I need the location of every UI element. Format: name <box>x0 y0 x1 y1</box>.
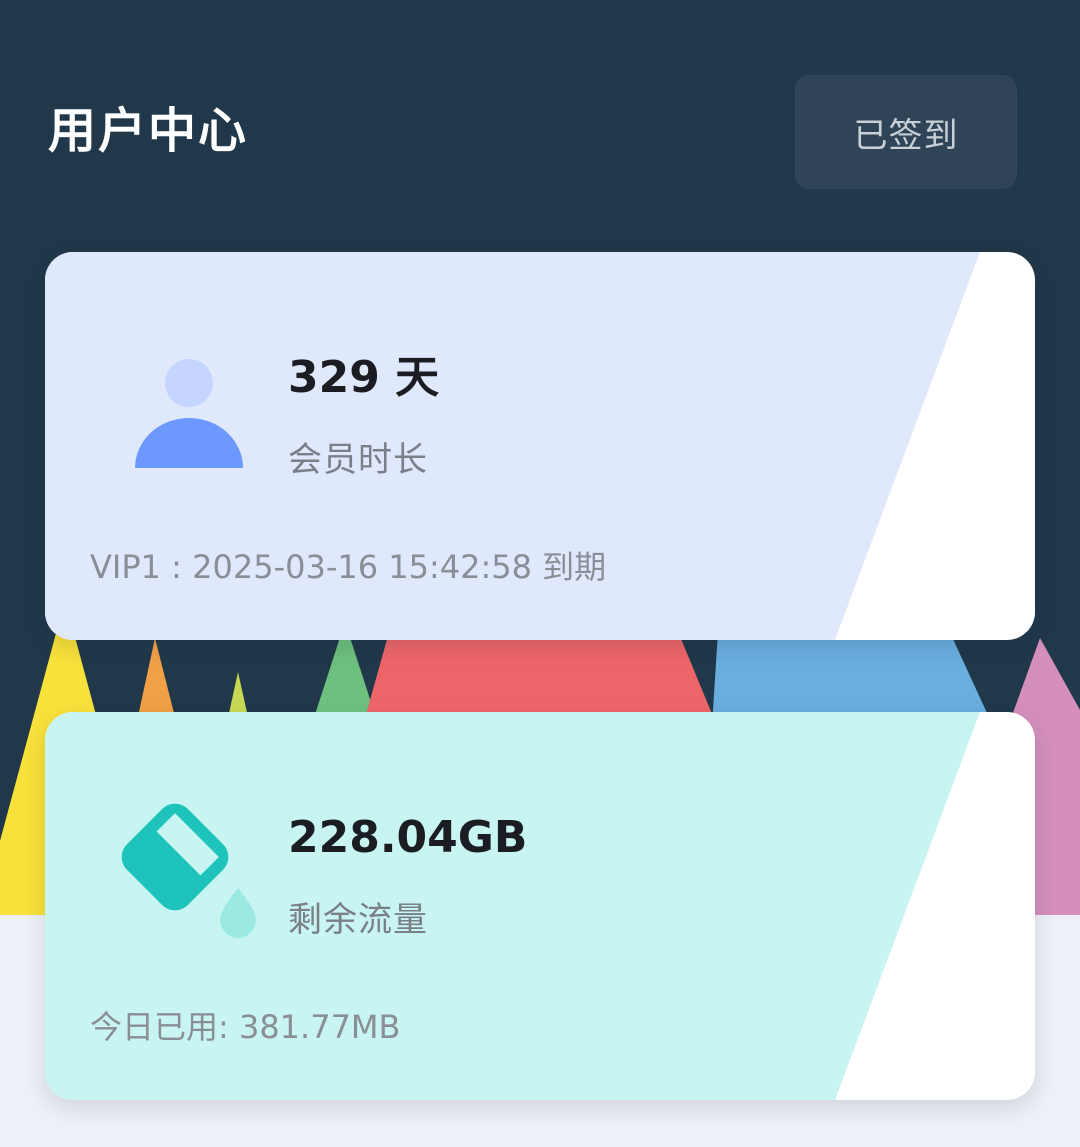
remaining-traffic-label: 剩余流量 <box>288 900 428 940</box>
remaining-traffic-card: 228.04GB 剩余流量 今日已用: 381.77MB <box>45 712 1035 1100</box>
checkin-button[interactable]: 已签到 <box>795 75 1017 189</box>
today-used-text: 今日已用: 381.77MB <box>90 1008 401 1046</box>
paint-bucket-icon <box>121 803 256 938</box>
member-days-value: 329 天 <box>288 352 440 403</box>
page-title: 用户中心 <box>48 103 249 159</box>
user-icon <box>135 359 243 468</box>
vip-expiry-text: VIP1 : 2025-03-16 15:42:58 到期 <box>90 548 607 586</box>
remaining-traffic-value: 228.04GB <box>288 812 528 863</box>
member-duration-label: 会员时长 <box>288 440 428 480</box>
member-duration-card: 329 天 会员时长 VIP1 : 2025-03-16 15:42:58 到期 <box>45 252 1035 640</box>
